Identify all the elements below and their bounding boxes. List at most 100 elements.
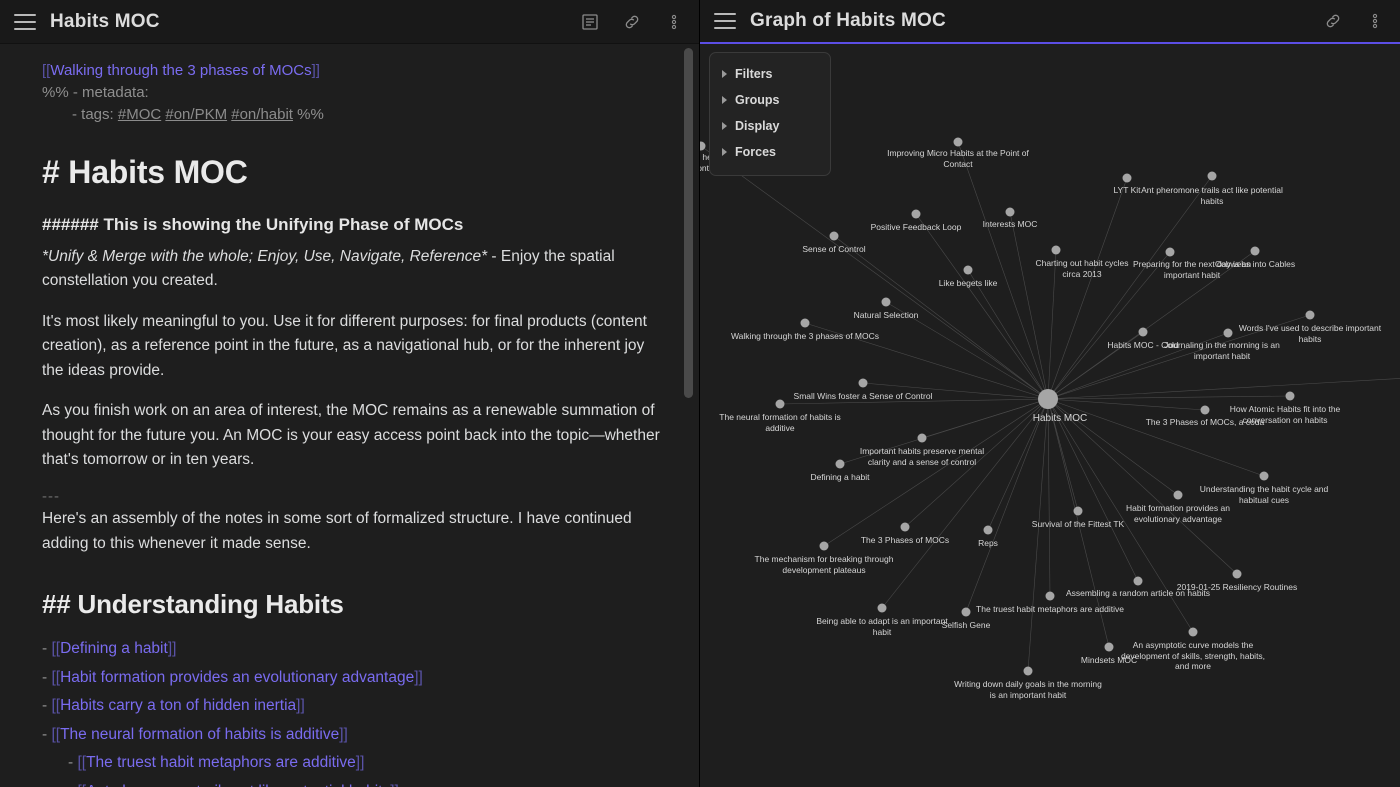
bracket-close: ]]: [339, 726, 348, 743]
graph-node[interactable]: [1189, 628, 1198, 637]
wikilink[interactable]: The truest habit metaphors are additive: [86, 754, 356, 771]
sidebar-toggle-icon[interactable]: [14, 14, 36, 30]
graph-node[interactable]: [1046, 592, 1055, 601]
graph-title: Graph of Habits MOC: [750, 10, 946, 32]
graph-node[interactable]: [1134, 577, 1143, 586]
graph-node[interactable]: [820, 542, 829, 551]
graph-node[interactable]: [918, 434, 927, 443]
graph-node[interactable]: [1105, 643, 1114, 652]
note-titlebar: Habits MOC: [0, 0, 699, 44]
graph-node[interactable]: [1052, 246, 1061, 255]
more-options-icon[interactable]: [663, 11, 685, 33]
graph-control-label: Forces: [735, 145, 776, 159]
graph-edge: [1048, 399, 1178, 495]
reading-view-icon[interactable]: [579, 11, 601, 33]
link-icon[interactable]: [621, 11, 643, 33]
bracket-close: ]]: [296, 697, 305, 714]
graph-edge: [1048, 315, 1310, 399]
graph-edge: [882, 399, 1048, 608]
graph-node[interactable]: [1286, 392, 1295, 401]
wikilink[interactable]: Habit formation provides an evolutionary…: [60, 669, 414, 686]
graph-node[interactable]: [801, 319, 810, 328]
bracket-close: ]]: [356, 754, 365, 771]
graph-control-display[interactable]: Display: [710, 113, 830, 139]
bracket-close: ]]: [312, 62, 320, 79]
graph-node[interactable]: [954, 138, 963, 147]
wikilink[interactable]: Defining a habit: [60, 640, 168, 657]
graph-edge: [1048, 399, 1109, 647]
graph-edge: [968, 270, 1048, 399]
list-item: - [[The truest habit metaphors are addit…: [42, 751, 669, 775]
chevron-right-icon: [722, 70, 727, 78]
graph-node[interactable]: [901, 523, 910, 532]
graph-controls-panel: Filters GroupsDisplay Forces: [709, 52, 831, 176]
graph-node[interactable]: [1006, 208, 1015, 217]
chevron-right-icon: [722, 148, 727, 156]
note-paragraph-3: Here's an assembly of the notes in some …: [42, 507, 669, 556]
note-scrollbar[interactable]: [684, 48, 693, 781]
graph-control-groups[interactable]: Groups: [710, 87, 830, 113]
list-item: - [[Ant pheromone trails act like potent…: [42, 780, 669, 787]
graph-control-label: Filters: [735, 67, 773, 81]
graph-node[interactable]: [1139, 328, 1148, 337]
graph-edge: [834, 236, 1048, 399]
graph-node[interactable]: [1233, 570, 1242, 579]
graph-edge: [1048, 364, 1400, 399]
graph-node[interactable]: [1251, 247, 1260, 256]
graph-node[interactable]: [1038, 389, 1058, 409]
graph-node[interactable]: [776, 400, 785, 409]
graph-edge: [1048, 399, 1050, 596]
wikilink-walking-phases[interactable]: Walking through the 3 phases of MOCs: [50, 62, 311, 79]
graph-node[interactable]: [1306, 311, 1315, 320]
graph-edge: [805, 323, 1048, 399]
graph-node[interactable]: [836, 460, 845, 469]
graph-node[interactable]: [1024, 667, 1033, 676]
wikilink[interactable]: Ant pheromone trails act like potential …: [86, 783, 390, 787]
graph-node[interactable]: [878, 604, 887, 613]
tag-on-habit[interactable]: #on/habit: [231, 106, 293, 123]
note-scrollbar-thumb[interactable]: [684, 48, 693, 398]
graph-node[interactable]: [882, 298, 891, 307]
graph-node[interactable]: [1166, 248, 1175, 257]
tags-line: - tags: #MOC #on/PKM #on/habit %%: [42, 104, 669, 126]
graph-node[interactable]: [912, 210, 921, 219]
tag-moc[interactable]: #MOC: [118, 106, 161, 123]
note-scroll-area[interactable]: [[Walking through the 3 phases of MOCs]]…: [0, 44, 699, 787]
graph-node[interactable]: [1174, 491, 1183, 500]
graph-sidebar-toggle-icon[interactable]: [714, 13, 736, 29]
graph-node[interactable]: [1260, 472, 1269, 481]
graph-node[interactable]: [964, 266, 973, 275]
wikilink[interactable]: Habits carry a ton of hidden inertia: [60, 697, 296, 714]
graph-node[interactable]: [962, 608, 971, 617]
wikilink[interactable]: The neural formation of habits is additi…: [60, 726, 339, 743]
graph-edge: [1010, 212, 1048, 399]
graph-control-filters[interactable]: Filters: [710, 61, 830, 87]
note-paragraph-2: As you finish work on an area of interes…: [42, 399, 669, 472]
graph-node[interactable]: [859, 379, 868, 388]
graph-pane: Graph of Habits MOC Improving Micro Habi…: [700, 0, 1400, 787]
graph-node[interactable]: [830, 232, 839, 241]
graph-toolbar-actions: [1322, 10, 1386, 32]
graph-edge: [1048, 176, 1212, 399]
graph-control-forces[interactable]: Forces: [710, 139, 830, 165]
graph-node[interactable]: [1201, 406, 1210, 415]
tags-prefix: - tags:: [72, 106, 114, 123]
link-icon[interactable]: [1322, 10, 1344, 32]
graph-node[interactable]: [1123, 174, 1132, 183]
graph-titlebar: Graph of Habits MOC: [700, 0, 1400, 44]
graph-node[interactable]: [1074, 507, 1083, 516]
list-item: - [[Habit formation provides an evolutio…: [42, 666, 669, 690]
more-options-icon[interactable]: [1364, 10, 1386, 32]
graph-canvas[interactable]: Improving Micro Habits at the Point of C…: [700, 46, 1400, 787]
graph-edge: [1048, 399, 1078, 511]
graph-node[interactable]: [984, 526, 993, 535]
graph-edge: [1048, 399, 1205, 410]
tag-on-pkm[interactable]: #on/PKM: [165, 106, 227, 123]
graph-node[interactable]: [1224, 329, 1233, 338]
bracket-close: ]]: [414, 669, 423, 686]
graph-edge: [905, 399, 1048, 527]
note-paragraph-1: It's most likely meaningful to you. Use …: [42, 310, 669, 383]
chevron-right-icon: [722, 122, 727, 130]
graph-node[interactable]: [1208, 172, 1217, 181]
graph-edge: [916, 214, 1048, 399]
